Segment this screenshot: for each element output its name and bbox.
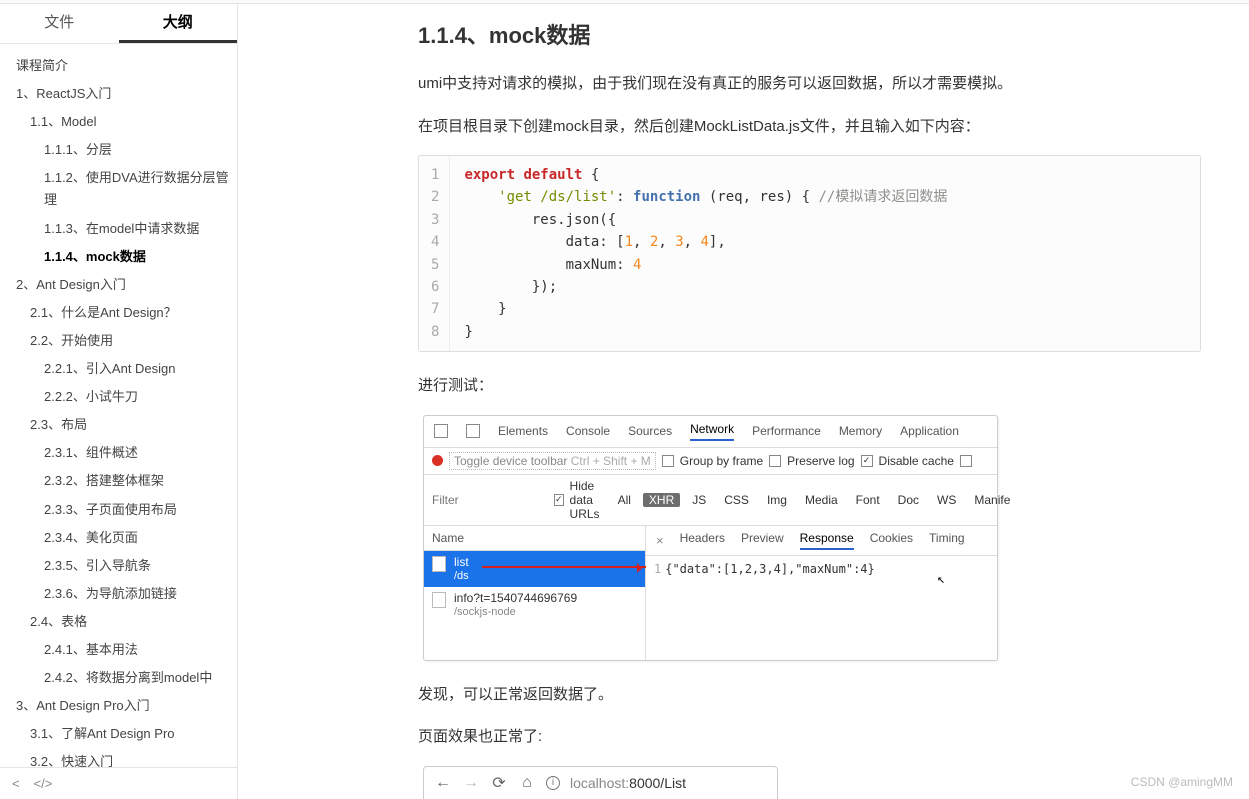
toc-item[interactable]: 2、Ant Design入门 (8, 271, 237, 299)
devtools-tab-network[interactable]: Network (690, 422, 734, 441)
request-row[interactable]: list/ds (424, 551, 645, 588)
toc-item[interactable]: 课程简介 (8, 52, 237, 80)
toc-item[interactable]: 2.3.5、引入导航条 (8, 552, 237, 580)
subtab-response[interactable]: Response (800, 531, 854, 550)
devtools-tab-memory[interactable]: Memory (839, 424, 882, 438)
forward-icon[interactable]: → (462, 774, 480, 792)
paragraph: umi中支持对请求的模拟，由于我们现在没有真正的服务可以返回数据，所以才需要模拟… (418, 70, 1201, 99)
cursor-icon: ↖ (937, 572, 945, 587)
devtools-tab-sources[interactable]: Sources (628, 424, 672, 438)
filter-input[interactable] (432, 493, 542, 507)
close-icon[interactable]: × (656, 533, 664, 548)
section-title: 1.1.4、mock数据 (418, 18, 1201, 50)
hide-data-urls-checkbox[interactable]: ✓ (554, 494, 564, 506)
devtools-toolbar: Toggle device toolbar Ctrl + Shift + M G… (424, 448, 997, 475)
filter-font[interactable]: Font (850, 493, 886, 507)
toc-item[interactable]: 2.4、表格 (8, 608, 237, 636)
toc-item[interactable]: 2.3、布局 (8, 411, 237, 439)
code-gutter: 12345678 (419, 156, 450, 351)
paragraph: 在项目根目录下创建mock目录，然后创建MockListData.js文件，并且… (418, 113, 1201, 142)
prev-page-icon[interactable]: < (12, 776, 20, 791)
subtab-preview[interactable]: Preview (741, 531, 784, 550)
name-column-header: Name (424, 526, 645, 551)
paragraph: 页面效果也正常了: (418, 723, 1201, 752)
toc-item[interactable]: 1.1.2、使用DVA进行数据分层管理 (8, 164, 237, 214)
toc-item[interactable]: 2.3.1、组件概述 (8, 439, 237, 467)
devtools-tabs: Elements Console Sources Network Performance… (424, 416, 997, 448)
browser-mock: ← → ⟳ ⌂ i localhost:8000/List 1 (423, 766, 778, 799)
response-tabs: × Headers Preview Response Cookies Timing (646, 526, 997, 556)
device-icon[interactable] (466, 424, 480, 438)
file-icon (432, 592, 446, 608)
toc-item[interactable]: 2.3.4、美化页面 (8, 524, 237, 552)
browser-toolbar: ← → ⟳ ⌂ i localhost:8000/List (424, 767, 777, 799)
filter-xhr[interactable]: XHR (643, 493, 680, 507)
annotation-arrow (482, 566, 646, 568)
toc-item[interactable]: 2.3.2、搭建整体框架 (8, 467, 237, 495)
code-view-icon[interactable]: </> (34, 776, 53, 791)
filter-doc[interactable]: Doc (892, 493, 925, 507)
devtools-tab-performance[interactable]: Performance (752, 424, 821, 438)
tab-outline[interactable]: 大纲 (119, 1, 238, 43)
devtools-panel: Elements Console Sources Network Performance… (423, 415, 998, 661)
filter-all[interactable]: All (612, 493, 637, 507)
toc-item[interactable]: 3、Ant Design Pro入门 (8, 692, 237, 720)
response-body: 1{"data":[1,2,3,4],"maxNum":4} ↖ (646, 556, 997, 582)
inspect-icon[interactable] (434, 424, 448, 438)
devtools-tab-console[interactable]: Console (566, 424, 610, 438)
toc-item[interactable]: 1.1、Model (8, 108, 237, 136)
url-text[interactable]: localhost:8000/List (570, 775, 686, 791)
file-icon (432, 556, 446, 572)
back-icon[interactable]: ← (434, 774, 452, 792)
toc-item[interactable]: 2.2.2、小试牛刀 (8, 383, 237, 411)
extra-checkbox[interactable] (960, 455, 972, 467)
toc-item[interactable]: 2.3.6、为导航添加链接 (8, 580, 237, 608)
sidebar: 文件 大纲 课程简介1、ReactJS入门1.1、Model1.1.1、分层1.… (0, 0, 238, 799)
devtools-tab-elements[interactable]: Elements (498, 424, 548, 438)
toc-item[interactable]: 2.2、开始使用 (8, 327, 237, 355)
info-icon[interactable]: i (546, 776, 560, 790)
devtools-tab-application[interactable]: Application (900, 424, 959, 438)
outline-list: 课程简介1、ReactJS入门1.1、Model1.1.1、分层1.1.2、使用… (0, 44, 237, 767)
filter-ws[interactable]: WS (931, 493, 962, 507)
filter-css[interactable]: CSS (718, 493, 755, 507)
subtab-timing[interactable]: Timing (929, 531, 965, 550)
group-frame-checkbox[interactable] (662, 455, 674, 467)
toc-item[interactable]: 1、ReactJS入门 (8, 80, 237, 108)
sidebar-footer: < </> (0, 767, 237, 799)
toc-item[interactable]: 2.3.3、子页面使用布局 (8, 496, 237, 524)
reload-icon[interactable]: ⟳ (490, 773, 508, 793)
paragraph: 进行测试： (418, 372, 1201, 401)
preserve-log-checkbox[interactable] (769, 455, 781, 467)
toc-item[interactable]: 1.1.3、在model中请求数据 (8, 215, 237, 243)
article-body: 1.1.4、mock数据 umi中支持对请求的模拟，由于我们现在没有真正的服务可… (238, 0, 1249, 799)
code-content: export default { 'get /ds/list': functio… (450, 156, 961, 351)
toc-item[interactable]: 3.2、快速入门 (8, 748, 237, 767)
request-row[interactable]: info?t=1540744696769/sockjs-node (424, 587, 645, 624)
tab-file[interactable]: 文件 (0, 1, 119, 43)
paragraph: 发现，可以正常返回数据了。 (418, 681, 1201, 710)
record-icon[interactable] (432, 455, 443, 466)
devtools-filter-row: ✓Hide data URLs AllXHRJSCSSImgMediaFontD… (424, 475, 997, 526)
filter-manife[interactable]: Manife (968, 493, 1016, 507)
toc-item[interactable]: 2.4.1、基本用法 (8, 636, 237, 664)
filter-js[interactable]: JS (686, 493, 712, 507)
toc-item[interactable]: 3.1、了解Ant Design Pro (8, 720, 237, 748)
toc-item[interactable]: 1.1.1、分层 (8, 136, 237, 164)
watermark: CSDN @amingMM (1131, 775, 1233, 789)
home-icon[interactable]: ⌂ (518, 774, 536, 792)
filter-img[interactable]: Img (761, 493, 793, 507)
disable-cache-checkbox[interactable]: ✓ (861, 455, 873, 467)
toggle-device-tooltip: Toggle device toolbar Ctrl + Shift + M (449, 452, 656, 470)
subtab-cookies[interactable]: Cookies (870, 531, 913, 550)
sidebar-tabs: 文件 大纲 (0, 0, 237, 44)
request-list: Name list/dsinfo?t=1540744696769/sockjs-… (424, 526, 646, 660)
toc-item[interactable]: 2.1、什么是Ant Design？ (8, 299, 237, 327)
toc-item[interactable]: 1.1.4、mock数据 (8, 243, 237, 271)
subtab-headers[interactable]: Headers (680, 531, 725, 550)
filter-media[interactable]: Media (799, 493, 844, 507)
code-block: 12345678 export default { 'get /ds/list'… (418, 155, 1201, 352)
toc-item[interactable]: 2.4.2、将数据分离到model中 (8, 664, 237, 692)
toc-item[interactable]: 2.2.1、引入Ant Design (8, 355, 237, 383)
